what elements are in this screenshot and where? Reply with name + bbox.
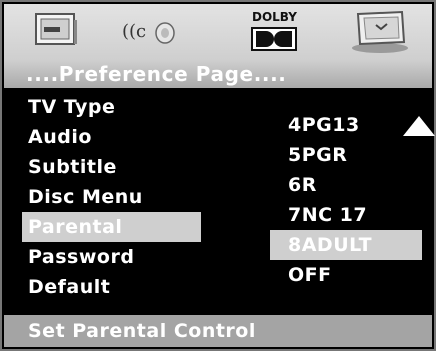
menu-item-tv-type[interactable]: TV Type <box>28 92 201 122</box>
option-4pg13[interactable]: 4PG13 <box>288 110 422 140</box>
svg-text:((c: ((c <box>122 21 146 42</box>
option-6r[interactable]: 6R <box>288 170 422 200</box>
preference-menu: TV Type Audio Subtitle Disc Menu Parenta… <box>22 92 201 302</box>
option-8adult[interactable]: 8ADULT <box>270 230 422 260</box>
menu-item-audio[interactable]: Audio <box>28 122 201 152</box>
menu-item-default[interactable]: Default <box>28 272 201 302</box>
menu-item-parental[interactable]: Parental <box>22 212 201 242</box>
preference-icon[interactable] <box>350 8 412 54</box>
option-7nc17[interactable]: 7NC 17 <box>288 200 422 230</box>
dolby-label: DOLBY <box>252 10 297 24</box>
setup-icon-bar: ((c DOLBY <box>4 4 432 60</box>
dolby-icon[interactable]: DOLBY <box>250 8 302 54</box>
menu-item-subtitle[interactable]: Subtitle <box>28 152 201 182</box>
page-title: ....Preference Page.... <box>4 60 432 88</box>
option-5pgr[interactable]: 5PGR <box>288 140 422 170</box>
osd-screen: ((c DOLBY ....Preference Page.... TV Typ… <box>0 0 436 351</box>
status-bar: Set Parental Control <box>4 315 432 347</box>
option-off[interactable]: OFF <box>288 260 422 290</box>
general-setup-icon[interactable] <box>34 12 78 48</box>
audio-setup-icon[interactable]: ((c <box>122 16 178 46</box>
menu-item-disc-menu[interactable]: Disc Menu <box>28 182 201 212</box>
menu-item-password[interactable]: Password <box>28 242 201 272</box>
parental-options-list: 4PG13 5PGR 6R 7NC 17 8ADULT OFF <box>270 110 422 290</box>
